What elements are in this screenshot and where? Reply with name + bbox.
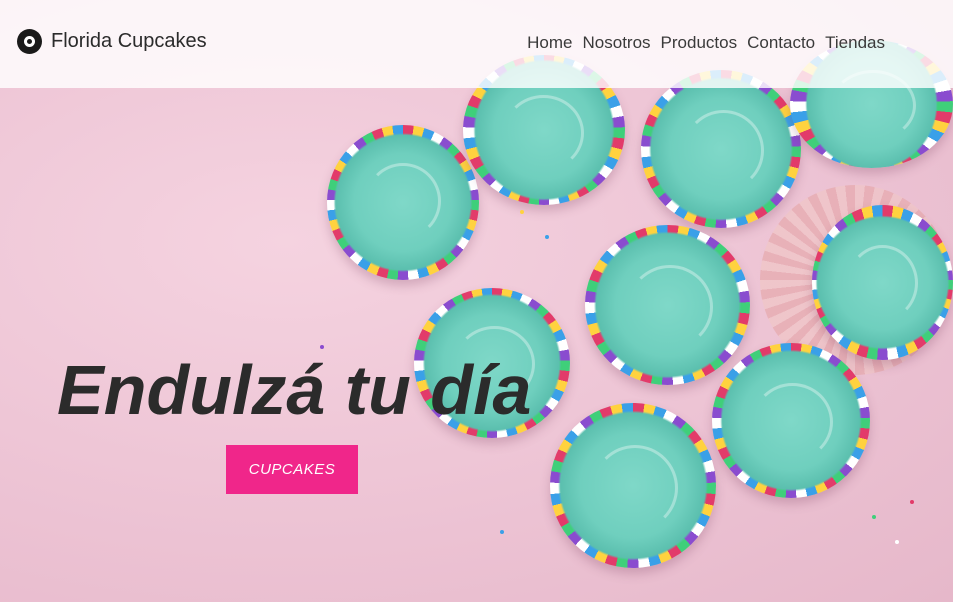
nav-link-nosotros[interactable]: Nosotros [583,33,651,53]
sprinkle-dot [545,235,549,239]
main-nav: Home Nosotros Productos Contacto Tiendas [527,33,885,53]
hero-background-photo [0,0,953,602]
sprinkle-dot [895,540,899,544]
brand-name: Florida Cupcakes [51,29,207,52]
nav-link-productos[interactable]: Productos [661,33,738,53]
cupcake-image [812,205,953,360]
cupcake-image [327,125,479,280]
cupcake-image [641,70,801,228]
sprinkle-dot [520,210,524,214]
sprinkle-dot [872,515,876,519]
sprinkle-dot [910,500,914,504]
cupcake-image [550,403,716,568]
cupcake-image [585,225,750,385]
ring-logo-icon [17,28,42,54]
sprinkle-dot [320,345,324,349]
nav-link-home[interactable]: Home [527,33,572,53]
site-header: Florida Cupcakes Home Nosotros Productos… [0,0,953,88]
cupcake-image [712,343,870,498]
nav-link-contacto[interactable]: Contacto [747,33,815,53]
nav-link-tiendas[interactable]: Tiendas [825,33,885,53]
sprinkle-dot [500,530,504,534]
cupcakes-button[interactable]: CUPCAKES [226,445,358,494]
hero-headline: Endulzá tu día [57,351,532,429]
brand-logo-link[interactable]: Florida Cupcakes [17,27,207,55]
